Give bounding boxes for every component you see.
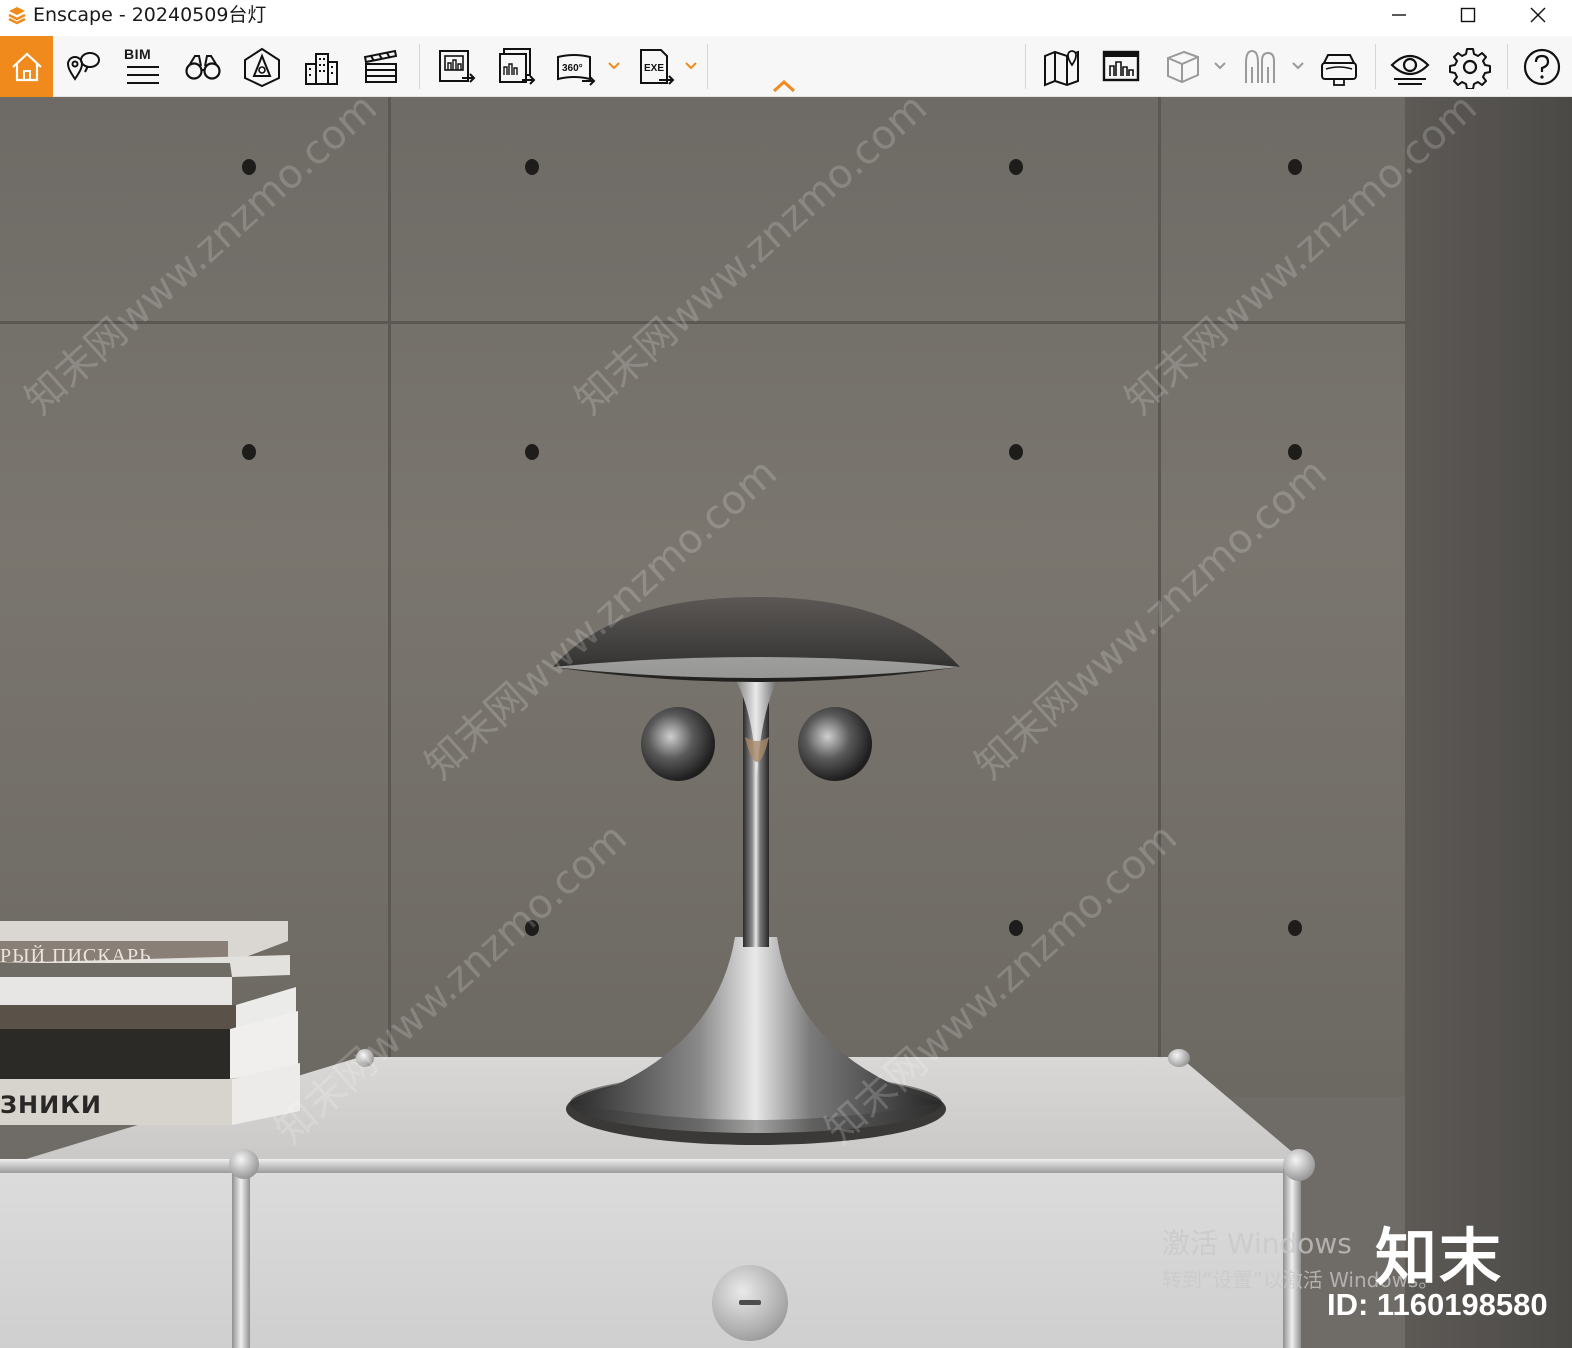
tie-hole <box>1009 159 1023 175</box>
minimap-icon <box>1102 50 1140 81</box>
location-pins-icon <box>66 51 100 81</box>
drawer-lock-slot <box>739 1300 761 1305</box>
cube-icon <box>1167 50 1199 83</box>
clapperboard-icon <box>363 49 398 83</box>
buildings-icon <box>305 52 338 85</box>
batch-render-button[interactable] <box>490 36 542 97</box>
help-button[interactable] <box>1516 36 1568 97</box>
tie-hole <box>1288 159 1302 175</box>
book-title-bottom: ЗНИКИ <box>0 1091 102 1119</box>
minimize-button[interactable] <box>1364 0 1434 30</box>
people-button[interactable] <box>1234 36 1286 97</box>
chevron-down-icon[interactable] <box>684 58 698 72</box>
chevron-down-icon[interactable] <box>1291 58 1305 72</box>
cabinet-rail <box>232 1167 250 1348</box>
vr-headset-icon <box>1321 53 1357 86</box>
map-icon <box>1044 49 1079 86</box>
minimap-button[interactable] <box>1096 36 1146 97</box>
asset-library-icon <box>244 47 280 87</box>
settings-button[interactable] <box>1444 36 1496 97</box>
tie-hole <box>1009 444 1023 460</box>
asset-library-button[interactable] <box>237 36 287 97</box>
toolbar-separator <box>1507 44 1508 89</box>
vr-headset-button[interactable] <box>1312 36 1366 97</box>
rail-connector <box>229 1149 259 1179</box>
toolbar-separator <box>1375 44 1376 89</box>
batch-render-icon <box>499 47 536 85</box>
views-button[interactable] <box>58 36 108 97</box>
export-exe-button[interactable]: EXE <box>630 36 680 97</box>
tie-hole <box>1288 920 1302 936</box>
bim-label: BIM <box>124 46 152 62</box>
walk-mode-button[interactable] <box>178 36 228 97</box>
tie-hole <box>525 444 539 460</box>
exe-label: EXE <box>644 63 664 74</box>
export-exe-icon: EXE <box>640 48 675 85</box>
panorama-label: 360° <box>562 63 583 74</box>
home-button[interactable] <box>0 36 53 97</box>
brand-logo: 知末 <box>1375 1221 1504 1294</box>
brand-id: ID: 1160198580 <box>1327 1287 1548 1322</box>
close-button[interactable] <box>1503 0 1572 30</box>
minimize-icon <box>1392 14 1406 16</box>
rail-connector <box>1283 1149 1315 1181</box>
tie-hole <box>525 159 539 175</box>
home-icon <box>11 51 42 81</box>
wall-joint <box>388 97 391 1067</box>
chevron-down-icon[interactable] <box>1213 58 1227 72</box>
window-title: Enscape - 20240509台灯 <box>33 4 267 26</box>
cube-button[interactable] <box>1156 36 1208 97</box>
render-image-button[interactable] <box>430 36 482 97</box>
maximize-icon <box>1460 7 1476 23</box>
cabinet-front <box>0 1167 1300 1348</box>
render-image-icon <box>439 49 476 83</box>
main-toolbar: BIM 360° EXE <box>0 36 1572 97</box>
enscape-logo-icon <box>8 7 26 25</box>
atlas-button[interactable] <box>296 36 346 97</box>
toolbar-separator <box>707 44 708 89</box>
people-icon <box>1245 49 1275 83</box>
cabinet-rail <box>0 1159 1310 1173</box>
collapse-toolbar-icon[interactable] <box>771 78 797 94</box>
toolbar-separator <box>1025 44 1026 89</box>
toolbar-separator <box>419 44 420 89</box>
visual-settings-button[interactable] <box>1384 36 1436 97</box>
help-icon <box>1523 48 1561 85</box>
tie-hole <box>242 444 256 460</box>
bim-button[interactable]: BIM <box>116 36 168 97</box>
rail-connector <box>1168 1049 1190 1067</box>
chevron-down-icon[interactable] <box>607 58 621 72</box>
eye-icon <box>1390 54 1430 85</box>
panorama-360-icon: 360° <box>557 53 596 86</box>
render-viewport[interactable]: РЫЙ ПИСКАРЬ ЗНИКИ 知末网www.znzmo.com 知末网ww… <box>0 97 1572 1348</box>
binoculars-icon <box>185 54 221 80</box>
book-title-top: РЫЙ ПИСКАРЬ <box>0 945 152 967</box>
title-bar: Enscape - 20240509台灯 <box>0 0 1572 36</box>
wall-corner <box>1405 97 1572 1348</box>
video-editor-button[interactable] <box>356 36 406 97</box>
gear-icon <box>1449 47 1491 89</box>
close-icon <box>1530 7 1546 23</box>
panorama-button[interactable]: 360° <box>552 36 600 97</box>
maximize-button[interactable] <box>1433 0 1503 30</box>
map-button[interactable] <box>1036 36 1088 97</box>
